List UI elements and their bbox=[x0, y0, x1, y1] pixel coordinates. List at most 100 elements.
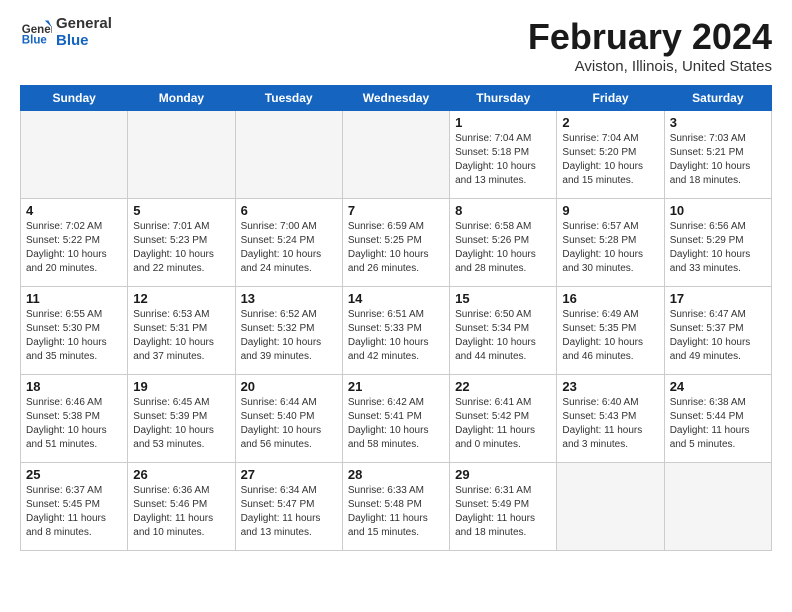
calendar-cell: 7Sunrise: 6:59 AMSunset: 5:25 PMDaylight… bbox=[342, 199, 449, 287]
calendar-cell: 11Sunrise: 6:55 AMSunset: 5:30 PMDayligh… bbox=[21, 287, 128, 375]
logo-blue: Blue bbox=[56, 33, 112, 50]
day-info-line: Daylight: 10 hours bbox=[348, 336, 444, 350]
day-number: 24 bbox=[670, 379, 766, 394]
day-info-line: Sunset: 5:30 PM bbox=[26, 322, 122, 336]
day-info-line: Sunset: 5:46 PM bbox=[133, 498, 229, 512]
day-number: 4 bbox=[26, 203, 122, 218]
day-number: 25 bbox=[26, 467, 122, 482]
day-info-line: and 13 minutes. bbox=[455, 174, 551, 188]
day-number: 3 bbox=[670, 115, 766, 130]
calendar-cell: 22Sunrise: 6:41 AMSunset: 5:42 PMDayligh… bbox=[450, 375, 557, 463]
calendar-week-3: 11Sunrise: 6:55 AMSunset: 5:30 PMDayligh… bbox=[21, 287, 772, 375]
day-info-line: Daylight: 11 hours bbox=[348, 512, 444, 526]
day-info-line: Sunset: 5:18 PM bbox=[455, 146, 551, 160]
day-info-line: Daylight: 11 hours bbox=[670, 424, 766, 438]
day-number: 16 bbox=[562, 291, 658, 306]
calendar-cell: 24Sunrise: 6:38 AMSunset: 5:44 PMDayligh… bbox=[664, 375, 771, 463]
day-info-line: Daylight: 10 hours bbox=[670, 160, 766, 174]
day-info-line: Daylight: 11 hours bbox=[241, 512, 337, 526]
day-info-line: Sunset: 5:33 PM bbox=[348, 322, 444, 336]
day-info-line: Daylight: 11 hours bbox=[562, 424, 658, 438]
day-number: 20 bbox=[241, 379, 337, 394]
day-number: 8 bbox=[455, 203, 551, 218]
day-info-line: Sunrise: 7:04 AM bbox=[562, 132, 658, 146]
day-number: 10 bbox=[670, 203, 766, 218]
day-info-line: Daylight: 10 hours bbox=[26, 248, 122, 262]
day-info-line: and 30 minutes. bbox=[562, 262, 658, 276]
calendar-cell: 16Sunrise: 6:49 AMSunset: 5:35 PMDayligh… bbox=[557, 287, 664, 375]
day-header-sunday: Sunday bbox=[21, 86, 128, 111]
day-info-line: Sunset: 5:23 PM bbox=[133, 234, 229, 248]
calendar-cell: 1Sunrise: 7:04 AMSunset: 5:18 PMDaylight… bbox=[450, 111, 557, 199]
day-info-line: Daylight: 10 hours bbox=[670, 336, 766, 350]
day-info-line: Daylight: 10 hours bbox=[455, 160, 551, 174]
calendar-cell: 14Sunrise: 6:51 AMSunset: 5:33 PMDayligh… bbox=[342, 287, 449, 375]
day-info-line: Sunset: 5:31 PM bbox=[133, 322, 229, 336]
day-info-line: Sunrise: 6:37 AM bbox=[26, 484, 122, 498]
day-info-line: Sunrise: 6:56 AM bbox=[670, 220, 766, 234]
day-info-line: and 8 minutes. bbox=[26, 526, 122, 540]
day-info-line: Sunrise: 6:38 AM bbox=[670, 396, 766, 410]
day-number: 17 bbox=[670, 291, 766, 306]
calendar-cell: 27Sunrise: 6:34 AMSunset: 5:47 PMDayligh… bbox=[235, 463, 342, 551]
day-info-line: Daylight: 11 hours bbox=[455, 512, 551, 526]
calendar-cell: 29Sunrise: 6:31 AMSunset: 5:49 PMDayligh… bbox=[450, 463, 557, 551]
day-info-line: Sunset: 5:43 PM bbox=[562, 410, 658, 424]
day-info-line: Sunrise: 6:49 AM bbox=[562, 308, 658, 322]
day-info-line: Sunrise: 6:50 AM bbox=[455, 308, 551, 322]
day-info-line: Daylight: 10 hours bbox=[241, 424, 337, 438]
day-info-line: and 0 minutes. bbox=[455, 438, 551, 452]
day-info-line: and 10 minutes. bbox=[133, 526, 229, 540]
day-info-line: and 5 minutes. bbox=[670, 438, 766, 452]
day-info-line: and 51 minutes. bbox=[26, 438, 122, 452]
day-info-line: Daylight: 10 hours bbox=[133, 424, 229, 438]
calendar-cell bbox=[664, 463, 771, 551]
calendar-cell bbox=[342, 111, 449, 199]
day-info-line: Sunrise: 6:47 AM bbox=[670, 308, 766, 322]
day-info-line: Daylight: 10 hours bbox=[26, 424, 122, 438]
calendar-cell: 13Sunrise: 6:52 AMSunset: 5:32 PMDayligh… bbox=[235, 287, 342, 375]
calendar-cell bbox=[235, 111, 342, 199]
day-info-line: and 56 minutes. bbox=[241, 438, 337, 452]
day-info-line: and 39 minutes. bbox=[241, 350, 337, 364]
calendar-cell: 12Sunrise: 6:53 AMSunset: 5:31 PMDayligh… bbox=[128, 287, 235, 375]
calendar-cell: 28Sunrise: 6:33 AMSunset: 5:48 PMDayligh… bbox=[342, 463, 449, 551]
day-info-line: Sunset: 5:34 PM bbox=[455, 322, 551, 336]
calendar-week-4: 18Sunrise: 6:46 AMSunset: 5:38 PMDayligh… bbox=[21, 375, 772, 463]
day-number: 26 bbox=[133, 467, 229, 482]
calendar-cell: 25Sunrise: 6:37 AMSunset: 5:45 PMDayligh… bbox=[21, 463, 128, 551]
calendar-cell: 4Sunrise: 7:02 AMSunset: 5:22 PMDaylight… bbox=[21, 199, 128, 287]
day-info-line: Sunrise: 6:52 AM bbox=[241, 308, 337, 322]
calendar-header-row: SundayMondayTuesdayWednesdayThursdayFrid… bbox=[21, 86, 772, 111]
day-info-line: Daylight: 10 hours bbox=[133, 248, 229, 262]
calendar-cell: 21Sunrise: 6:42 AMSunset: 5:41 PMDayligh… bbox=[342, 375, 449, 463]
day-info-line: Daylight: 11 hours bbox=[26, 512, 122, 526]
location-title: Aviston, Illinois, United States bbox=[528, 58, 772, 75]
day-info-line: Sunset: 5:20 PM bbox=[562, 146, 658, 160]
day-info-line: Sunset: 5:37 PM bbox=[670, 322, 766, 336]
day-header-saturday: Saturday bbox=[664, 86, 771, 111]
day-info-line: and 49 minutes. bbox=[670, 350, 766, 364]
calendar-body: 1Sunrise: 7:04 AMSunset: 5:18 PMDaylight… bbox=[21, 111, 772, 551]
calendar-cell: 26 Sunrise: 6:36 AMSunset: 5:46 PMDayligh… bbox=[128, 463, 235, 551]
calendar-cell: 3Sunrise: 7:03 AMSunset: 5:21 PMDaylight… bbox=[664, 111, 771, 199]
day-info-line: Daylight: 11 hours bbox=[133, 512, 229, 526]
header: General Blue General Blue February 2024 … bbox=[20, 16, 772, 75]
calendar-cell: 2Sunrise: 7:04 AMSunset: 5:20 PMDaylight… bbox=[557, 111, 664, 199]
day-info-line: Sunrise: 6:57 AM bbox=[562, 220, 658, 234]
day-info-line: Sunrise: 6:36 AM bbox=[133, 484, 229, 498]
day-number: 5 bbox=[133, 203, 229, 218]
day-info-line: Sunset: 5:39 PM bbox=[133, 410, 229, 424]
day-info-line: Sunset: 5:49 PM bbox=[455, 498, 551, 512]
day-info-line: Sunrise: 6:31 AM bbox=[455, 484, 551, 498]
day-number: 2 bbox=[562, 115, 658, 130]
day-info-line: and 58 minutes. bbox=[348, 438, 444, 452]
day-info-line: Sunset: 5:21 PM bbox=[670, 146, 766, 160]
day-info-line: Daylight: 10 hours bbox=[26, 336, 122, 350]
day-number: 15 bbox=[455, 291, 551, 306]
day-info-line: Sunset: 5:48 PM bbox=[348, 498, 444, 512]
day-info-line: Sunset: 5:29 PM bbox=[670, 234, 766, 248]
day-number: 12 bbox=[133, 291, 229, 306]
day-info-line: Daylight: 11 hours bbox=[455, 424, 551, 438]
calendar-cell: 20Sunrise: 6:44 AMSunset: 5:40 PMDayligh… bbox=[235, 375, 342, 463]
